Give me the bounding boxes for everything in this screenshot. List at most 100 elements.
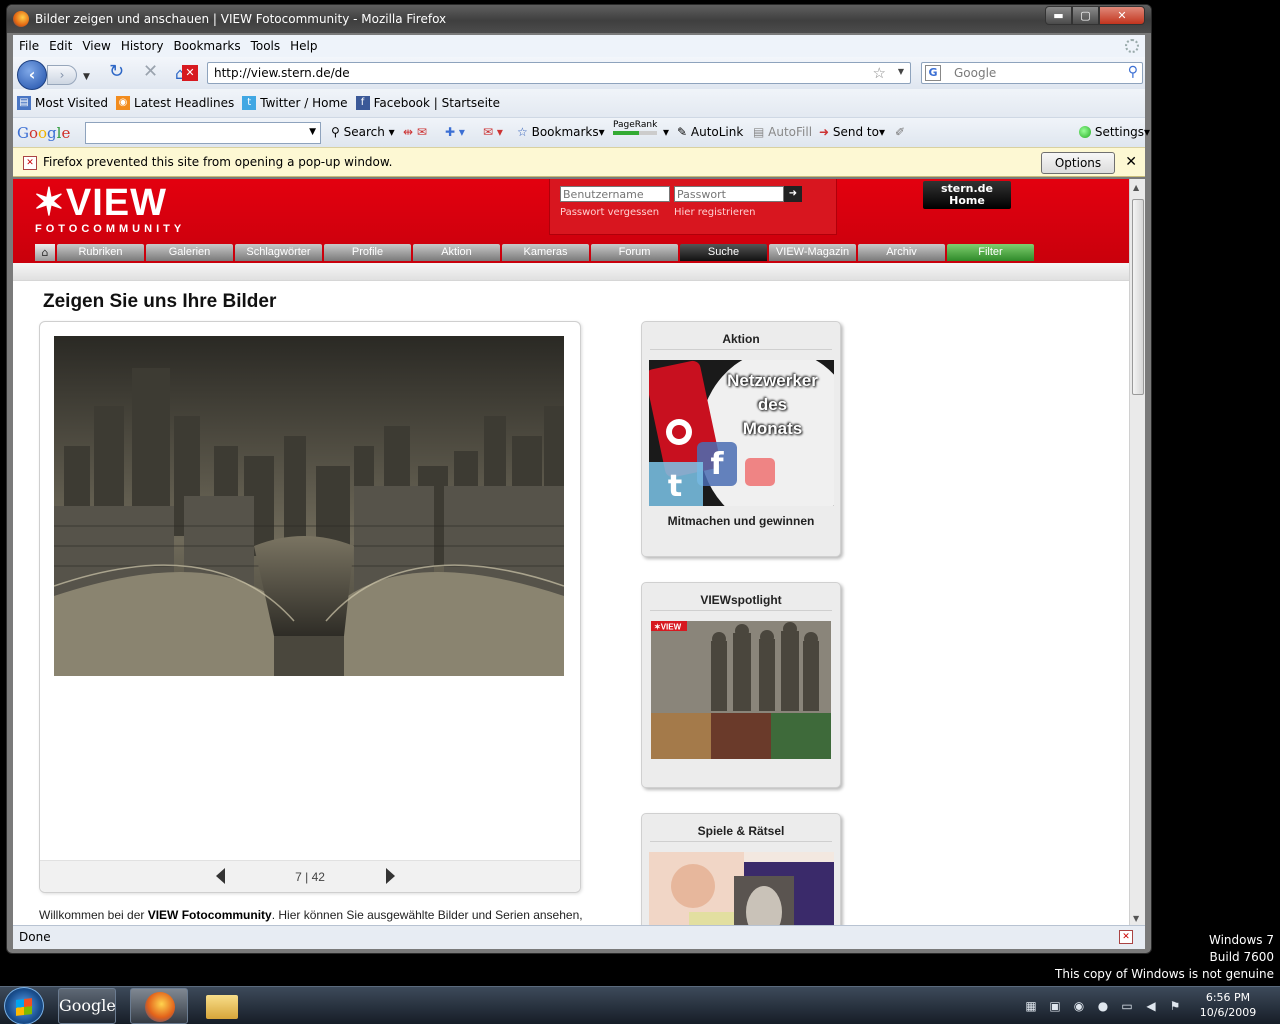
menu-tools[interactable]: Tools bbox=[251, 39, 281, 53]
tab-filter[interactable]: Filter bbox=[947, 244, 1034, 261]
google-bookmarks-label: Bookmarks bbox=[531, 125, 599, 139]
start-button[interactable] bbox=[4, 987, 44, 1024]
highlighter-icon[interactable]: ✐ bbox=[895, 125, 905, 139]
menu-edit[interactable]: Edit bbox=[49, 39, 72, 53]
taskbar-firefox-button[interactable] bbox=[130, 988, 188, 1024]
taskbar-clock[interactable]: 6:56 PM 10/6/2009 bbox=[1196, 990, 1260, 1020]
aktion-banner[interactable]: f t Netzwerker des Monats bbox=[648, 360, 834, 506]
popup-blocker-status-icon[interactable]: ✕ bbox=[1119, 930, 1133, 944]
menu-view[interactable]: View bbox=[82, 39, 110, 53]
pagerank-dropdown-icon[interactable]: ▾ bbox=[663, 125, 669, 139]
search-placeholder[interactable]: Google bbox=[954, 66, 996, 80]
spotlight-image[interactable]: ✶VIEW bbox=[651, 621, 831, 759]
bookmark-most-visited[interactable]: ▤ Most Visited bbox=[17, 96, 108, 110]
vertical-scrollbar[interactable]: ▲ ▼ bbox=[1129, 179, 1145, 925]
pagerank-label: PageRank bbox=[613, 120, 658, 130]
register-link[interactable]: Hier registrieren bbox=[674, 207, 755, 218]
autolink-button[interactable]: ✎ AutoLink bbox=[677, 125, 743, 139]
tab-kameras[interactable]: Kameras bbox=[502, 244, 589, 261]
bookmark-star-icon[interactable]: ☆ bbox=[873, 64, 886, 82]
history-dropdown-icon[interactable]: ▼ bbox=[83, 68, 90, 86]
spiele-image[interactable] bbox=[648, 852, 834, 925]
menu-bookmarks[interactable]: Bookmarks bbox=[174, 39, 241, 53]
panda-icon[interactable]: ● bbox=[1096, 999, 1110, 1013]
browser-chrome: File Edit View History Bookmarks Tools H… bbox=[13, 35, 1150, 177]
tab-archiv[interactable]: Archiv bbox=[858, 244, 945, 261]
site-home-icon[interactable]: ⌂ bbox=[35, 244, 55, 261]
spiele-box: Spiele & Rätsel bbox=[641, 813, 841, 925]
bookmark-facebook[interactable]: f Facebook | Startseite bbox=[355, 96, 500, 110]
reload-icon[interactable]: ↻ bbox=[109, 63, 124, 81]
bookmark-twitter[interactable]: t Twitter / Home bbox=[242, 96, 348, 110]
clock-date: 10/6/2009 bbox=[1199, 1006, 1257, 1019]
autofill-button[interactable]: ▤ AutoFill bbox=[753, 125, 812, 139]
tab-rubriken[interactable]: Rubriken bbox=[57, 244, 144, 261]
tab-forum[interactable]: Forum bbox=[591, 244, 678, 261]
spotlight-title: VIEWspotlight bbox=[650, 589, 832, 611]
options-button[interactable]: Options bbox=[1041, 152, 1115, 174]
tray-app-icon[interactable]: ▦ bbox=[1024, 999, 1038, 1013]
tab-aktion[interactable]: Aktion bbox=[413, 244, 500, 261]
title-bar[interactable]: Bilder zeigen und anschauen | VIEW Fotoc… bbox=[7, 5, 1151, 33]
volume-icon[interactable]: ◀ bbox=[1144, 999, 1158, 1013]
google-search-button[interactable]: ⚲ Search ▾ bbox=[331, 125, 395, 139]
minimize-button[interactable]: ▬ bbox=[1045, 6, 1072, 25]
wireless-icon[interactable]: ◉ bbox=[1072, 999, 1086, 1013]
previous-arrow-icon[interactable] bbox=[216, 868, 225, 884]
tab-view-magazin[interactable]: VIEW-Magazin bbox=[769, 244, 856, 261]
google-search-field[interactable]: ▼ bbox=[85, 122, 321, 144]
tab-profile[interactable]: Profile bbox=[324, 244, 411, 261]
taskbar-explorer-button[interactable] bbox=[192, 988, 250, 1024]
view-logo[interactable]: ✶VIEW FOTOCOMMUNITY bbox=[33, 183, 185, 235]
google-bookmarks-button[interactable]: ☆ Bookmarks▾ bbox=[517, 125, 605, 139]
stop-icon[interactable]: ✕ bbox=[143, 63, 158, 81]
password-input[interactable] bbox=[674, 186, 784, 202]
gallery-photo[interactable] bbox=[54, 336, 564, 676]
close-icon[interactable]: ✕ bbox=[1125, 154, 1137, 170]
maximize-button[interactable]: ▢ bbox=[1072, 6, 1099, 25]
close-button[interactable]: ✕ bbox=[1099, 6, 1145, 25]
stern-home-button[interactable]: stern.de Home bbox=[923, 181, 1011, 209]
username-input[interactable] bbox=[560, 186, 670, 202]
menu-history[interactable]: History bbox=[121, 39, 164, 53]
bookmark-latest-headlines[interactable]: ◉ Latest Headlines bbox=[116, 96, 234, 110]
plus-icon[interactable]: ✚ ▾ bbox=[445, 125, 465, 139]
action-center-icon[interactable]: ▭ bbox=[1120, 999, 1134, 1013]
settings-button[interactable]: Settings▾ bbox=[1079, 125, 1150, 139]
scroll-down-icon[interactable]: ▼ bbox=[1133, 914, 1139, 923]
url-text[interactable]: http://view.stern.de/de bbox=[214, 66, 350, 80]
firefox-icon bbox=[145, 992, 175, 1022]
back-button[interactable]: ‹ bbox=[17, 60, 47, 90]
tab-suche[interactable]: Suche bbox=[680, 244, 767, 261]
gmail-icon[interactable]: ✉ ▾ bbox=[483, 125, 503, 139]
menu-help[interactable]: Help bbox=[290, 39, 317, 53]
header-subband bbox=[13, 263, 1129, 281]
search-box[interactable]: G Google ⚲ bbox=[921, 62, 1143, 84]
tab-galerien[interactable]: Galerien bbox=[146, 244, 233, 261]
search-engine-icon[interactable]: G bbox=[925, 65, 941, 81]
scrollbar-thumb[interactable] bbox=[1132, 199, 1144, 395]
search-icon[interactable]: ⚲ bbox=[1128, 64, 1138, 80]
flag-icon[interactable]: ⚑ bbox=[1168, 999, 1182, 1013]
news-icon[interactable]: ⇹ ✉ bbox=[403, 125, 427, 139]
address-bar[interactable]: ✕ http://view.stern.de/de ☆ ▼ bbox=[182, 62, 911, 84]
status-bar: Done ✕ bbox=[13, 925, 1145, 949]
login-submit-button[interactable]: ➜ bbox=[784, 186, 802, 202]
spotlight-mini-logo: ✶VIEW bbox=[654, 623, 682, 632]
tab-schlagwoerter[interactable]: Schlagwörter bbox=[235, 244, 322, 261]
url-dropdown-icon[interactable]: ▼ bbox=[898, 67, 904, 76]
menu-file[interactable]: File bbox=[19, 39, 39, 53]
pager-current: 7 bbox=[295, 870, 302, 884]
tray-network-app-icon[interactable]: ▣ bbox=[1048, 999, 1062, 1013]
throbber-icon bbox=[1125, 39, 1139, 53]
navigation-bar: ‹ › ▼ ↻ ✕ ⌂ ✕ http://view.stern.de/de ☆ … bbox=[13, 57, 1145, 90]
aktion-caption[interactable]: Mitmachen und gewinnen bbox=[642, 514, 840, 528]
sendto-button[interactable]: ➜ Send to▾ bbox=[819, 125, 885, 139]
next-arrow-icon[interactable] bbox=[386, 868, 395, 884]
scroll-up-icon[interactable]: ▲ bbox=[1133, 183, 1139, 192]
taskbar-google-button[interactable]: Google bbox=[58, 988, 116, 1024]
forgot-password-link[interactable]: Passwort vergessen bbox=[560, 207, 659, 218]
forward-button[interactable]: › bbox=[47, 65, 77, 85]
chevron-down-icon[interactable]: ▼ bbox=[309, 127, 316, 137]
menu-bar: File Edit View History Bookmarks Tools H… bbox=[13, 35, 1145, 57]
